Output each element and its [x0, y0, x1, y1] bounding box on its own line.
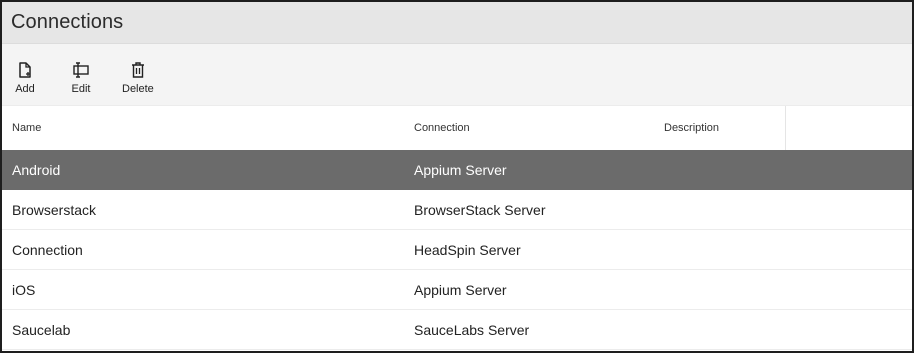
trash-icon — [131, 62, 144, 78]
cell-name: Connection — [12, 241, 83, 258]
cell-name: Saucelab — [12, 321, 71, 338]
window-title: Connections — [11, 11, 124, 33]
cell-connection: Appium Server — [414, 161, 507, 178]
connections-table: Name Connection Description Android Appi… — [2, 106, 912, 350]
title-bar: Connections — [2, 2, 912, 44]
cell-name: iOS — [12, 281, 36, 298]
column-divider — [785, 106, 786, 150]
cell-connection: HeadSpin Server — [414, 241, 521, 258]
cell-connection: Appium Server — [414, 281, 507, 298]
column-header-description[interactable]: Description — [654, 122, 784, 134]
edit-button[interactable]: Edit — [66, 60, 96, 95]
add-document-icon — [19, 62, 31, 78]
edit-label: Edit — [71, 83, 91, 95]
cell-connection: SauceLabs Server — [414, 321, 530, 338]
table-row[interactable]: Browserstack BrowserStack Server — [2, 190, 912, 230]
delete-button[interactable]: Delete — [122, 60, 154, 95]
edit-icon — [73, 62, 89, 78]
add-button[interactable]: Add — [10, 60, 40, 95]
table-row[interactable]: Connection HeadSpin Server — [2, 230, 912, 270]
column-header-name[interactable]: Name — [2, 122, 404, 134]
cell-name: Browserstack — [12, 201, 97, 218]
table-row[interactable]: Android Appium Server — [2, 150, 912, 190]
table-header: Name Connection Description — [2, 106, 912, 150]
connections-window: Connections Add Edit Delete Name Connect… — [0, 0, 914, 353]
table-row[interactable]: Saucelab SauceLabs Server — [2, 310, 912, 350]
add-label: Add — [15, 83, 35, 95]
cell-name: Android — [12, 161, 61, 178]
delete-label: Delete — [122, 83, 154, 95]
cell-connection: BrowserStack Server — [414, 201, 546, 218]
table-row[interactable]: iOS Appium Server — [2, 270, 912, 310]
toolbar: Add Edit Delete — [2, 44, 912, 106]
column-header-connection[interactable]: Connection — [404, 122, 654, 134]
